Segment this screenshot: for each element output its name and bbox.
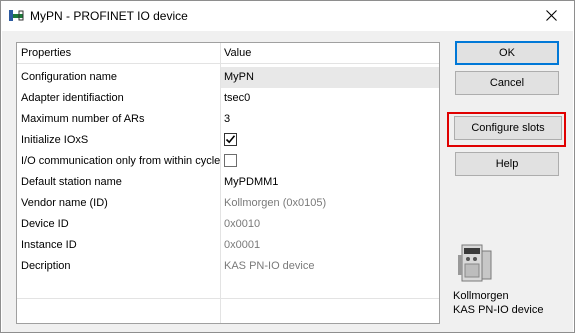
property-value: Kollmorgen (0x0105) bbox=[224, 197, 327, 209]
property-name: Instance ID bbox=[21, 239, 77, 251]
table-row[interactable]: Adapter identifiaction tsec0 bbox=[17, 88, 439, 109]
device-vendor: Kollmorgen bbox=[453, 290, 509, 302]
help-button[interactable]: Help bbox=[455, 152, 559, 176]
table-row[interactable]: Default station name MyPDMM1 bbox=[17, 172, 439, 193]
drive-device-icon bbox=[456, 243, 494, 283]
table-row[interactable]: I/O communication only from within cycle bbox=[17, 151, 439, 172]
property-name: Vendor name (ID) bbox=[21, 197, 108, 209]
property-name: Maximum number of ARs bbox=[21, 113, 145, 125]
ok-button[interactable]: OK bbox=[455, 41, 559, 65]
configure-slots-button[interactable]: Configure slots bbox=[454, 116, 562, 140]
table-row[interactable]: Maximum number of ARs 3 bbox=[17, 109, 439, 130]
table-row[interactable]: Vendor name (ID) Kollmorgen (0x0105) bbox=[17, 193, 439, 214]
row-divider bbox=[17, 298, 439, 299]
property-name: I/O communication only from within cycle bbox=[21, 155, 221, 167]
checkmark-icon bbox=[225, 135, 236, 144]
close-icon bbox=[545, 10, 557, 21]
property-value: 0x0001 bbox=[224, 239, 261, 251]
cancel-button[interactable]: Cancel bbox=[455, 71, 559, 95]
property-value[interactable]: MyPN bbox=[224, 71, 254, 83]
initialize-ioxs-checkbox[interactable] bbox=[224, 133, 237, 146]
property-name: Adapter identifiaction bbox=[21, 92, 124, 104]
property-value[interactable]: MyPDMM1 bbox=[224, 176, 278, 188]
header-value: Value bbox=[224, 47, 252, 59]
header-properties: Properties bbox=[21, 47, 72, 59]
table-row[interactable]: Initialize IOxS bbox=[17, 130, 439, 151]
property-name: Initialize IOxS bbox=[21, 134, 89, 146]
table-row[interactable]: Instance ID 0x0001 bbox=[17, 235, 439, 256]
title-bar[interactable]: MyPN - PROFINET IO device bbox=[1, 1, 574, 31]
dialog-window: MyPN - PROFINET IO device Properties Val… bbox=[0, 0, 575, 333]
network-device-icon bbox=[8, 9, 24, 22]
property-value: 0x0010 bbox=[224, 218, 261, 230]
dialog-client-area: Properties Value Configuration name MyPN… bbox=[2, 31, 573, 332]
table-row[interactable]: Decription KAS PN-IO device bbox=[17, 256, 439, 277]
properties-grid: Properties Value Configuration name MyPN… bbox=[16, 42, 440, 324]
device-product: KAS PN-IO device bbox=[453, 304, 544, 316]
property-name: Default station name bbox=[21, 176, 122, 188]
property-value[interactable]: 3 bbox=[224, 113, 230, 125]
io-communication-checkbox[interactable] bbox=[224, 154, 237, 167]
property-name: Decription bbox=[21, 260, 71, 272]
property-value[interactable]: tsec0 bbox=[224, 92, 250, 104]
window-title: MyPN - PROFINET IO device bbox=[30, 9, 188, 23]
property-name: Device ID bbox=[21, 218, 69, 230]
table-row[interactable]: Device ID 0x0010 bbox=[17, 214, 439, 235]
table-row[interactable]: Configuration name MyPN bbox=[17, 67, 439, 88]
grid-header-row: Properties Value bbox=[17, 43, 439, 64]
property-name: Configuration name bbox=[21, 71, 118, 83]
property-value: KAS PN-IO device bbox=[224, 260, 315, 272]
close-button[interactable] bbox=[528, 1, 574, 30]
